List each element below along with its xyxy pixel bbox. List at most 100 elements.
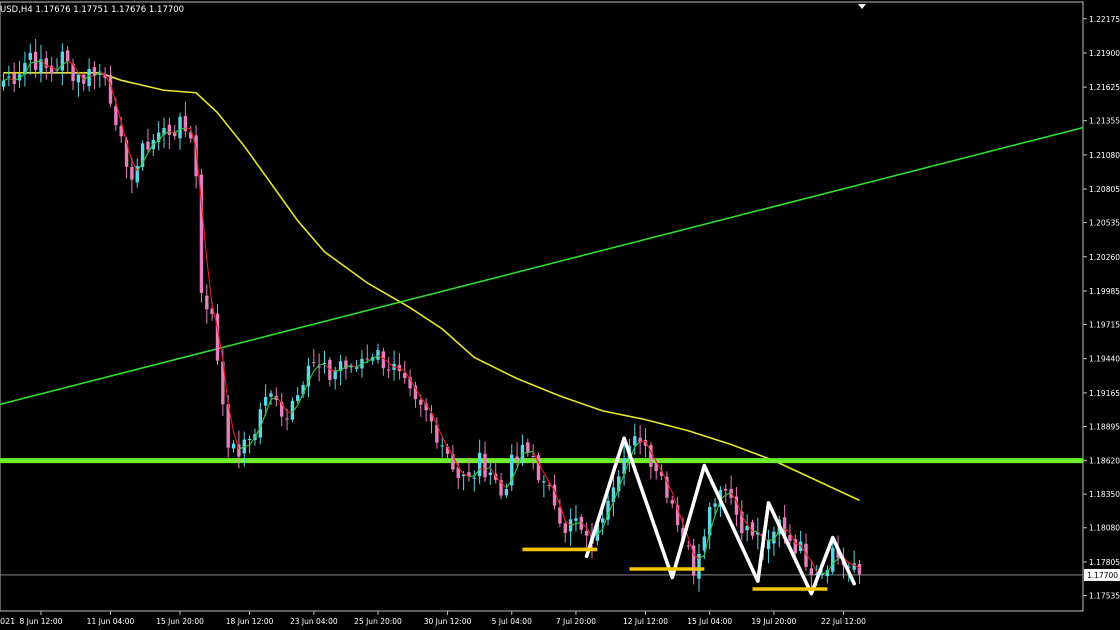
candle-body [713,503,717,507]
price-tick-label: 1.18350 [1089,490,1120,499]
candle-body [766,540,771,550]
price-tick-label: 1.19985 [1089,287,1120,296]
shift-marker-icon[interactable] [858,4,866,9]
candle-body [526,442,530,453]
candle-body [419,399,423,405]
candle-body [542,481,546,483]
trendline-layer[interactable] [0,126,1084,406]
fast-ma-segment [319,363,325,366]
candle-body [1,80,6,87]
candle-body [750,522,755,536]
time-tick-label: 7 Jul 20:00 [556,617,596,626]
price-tick-label: 1.21355 [1089,117,1120,126]
ascending-trendline [0,126,1084,406]
year-stub-label: 021 [0,617,15,626]
time-tick-label: 22 Jul 12:00 [821,617,866,626]
time-tick-label: 15 Jul 04:00 [687,617,732,626]
fast-ma-segment [661,471,668,482]
candle-body [60,51,65,71]
candle-body [831,547,835,572]
candle-body [263,396,268,406]
candle-body [231,443,236,449]
candle-body [92,67,97,76]
current-price-label: 1.17700 [1087,571,1118,580]
time-tick-label: 25 Jun 20:00 [354,617,402,626]
price-tick-label: 1.19440 [1089,355,1120,364]
price-tick-label: 1.21900 [1089,49,1120,58]
candle-body [12,73,16,84]
candle-body [376,350,380,360]
candle-body [247,438,252,441]
chart-canvas[interactable]: 1.22175 1.21900 1.21625 1.21355 1.21080 1.208… [0,0,1120,630]
price-tick-label: 1.17805 [1089,558,1120,567]
price-tick-label: 1.20805 [1089,185,1120,194]
fast-ma-segment [67,60,74,66]
candle-body [601,518,605,523]
candle-body [857,563,862,575]
candle-body [76,74,81,83]
price-tick-label: 1.18080 [1089,524,1120,533]
time-tick-label: 12 Jul 12:00 [623,617,668,626]
time-tick-label: 19 Jul 20:00 [751,617,796,626]
price-tick-label: 1.19165 [1089,389,1120,398]
candle-body [285,418,289,420]
time-tick-label: 5 Jul 04:00 [492,617,532,626]
price-tick-label: 1.19715 [1089,321,1120,330]
candle-body [515,456,519,461]
trading-chart[interactable]: 1.22175 1.21900 1.21625 1.21355 1.21080 1.208… [0,0,1120,630]
time-axis: 8 Jun 12:00 11 Jun 04:00 15 Jun 20:00 18 Ju… [20,611,866,626]
candle-body [333,370,337,380]
symbol-header: USD,H4 1.17676 1.17751 1.17676 1.17700 [0,5,184,15]
candle-body [146,141,150,150]
time-tick-label: 23 Jun 04:00 [290,617,338,626]
plot-frame [0,1,1084,612]
fast-ma-segment [489,467,497,477]
candle-body [167,124,172,135]
slow-moving-average [3,72,860,502]
candle-body [670,500,674,504]
candle-body [686,545,690,547]
candle-body [7,76,11,78]
candles [1,39,862,592]
fast-ma-segment [543,472,550,483]
price-tick-label: 1.20535 [1089,219,1120,228]
time-tick-label: 8 Jun 12:00 [20,617,63,626]
candle-body [563,523,567,533]
fast-ma-segment [275,396,283,404]
candle-body [178,116,182,139]
candle-body [472,477,476,479]
candle-body [365,358,369,360]
candle-body [477,452,482,477]
price-tick-label: 1.17535 [1089,591,1120,600]
fast-ma-segment [249,437,256,446]
fast-ma-segment [335,369,341,372]
candle-body [205,295,209,310]
price-tick-label: 1.21080 [1089,151,1120,160]
candle-body [87,68,91,87]
candle-body [33,51,38,70]
candle-body [296,395,300,401]
candle-body [440,445,444,447]
candle-body [584,531,589,536]
candle-body [114,106,118,126]
candle-body [387,369,391,371]
candle-body [183,116,188,132]
price-tick-label: 1.21625 [1089,83,1120,92]
fast-ma-segment [522,451,528,454]
candle-body [574,518,578,521]
candle-body [488,472,493,476]
time-tick-label: 11 Jun 04:00 [87,617,135,626]
time-tick-label: 30 Jun 12:00 [424,617,472,626]
candle-body [312,362,316,364]
lows-markers[interactable] [522,547,828,591]
price-tick-label: 1.20260 [1089,253,1120,262]
candle-body [483,453,487,478]
fast-ma-segment [313,364,320,372]
candle-body [536,455,541,481]
candle-body [531,456,535,458]
price-tick-label: 1.18620 [1089,457,1120,466]
price-tick-label: 1.22175 [1089,15,1120,24]
time-tick-label: 18 Jun 12:00 [226,617,274,626]
candle-body [504,489,509,496]
time-tick-label: 15 Jun 20:00 [156,617,204,626]
